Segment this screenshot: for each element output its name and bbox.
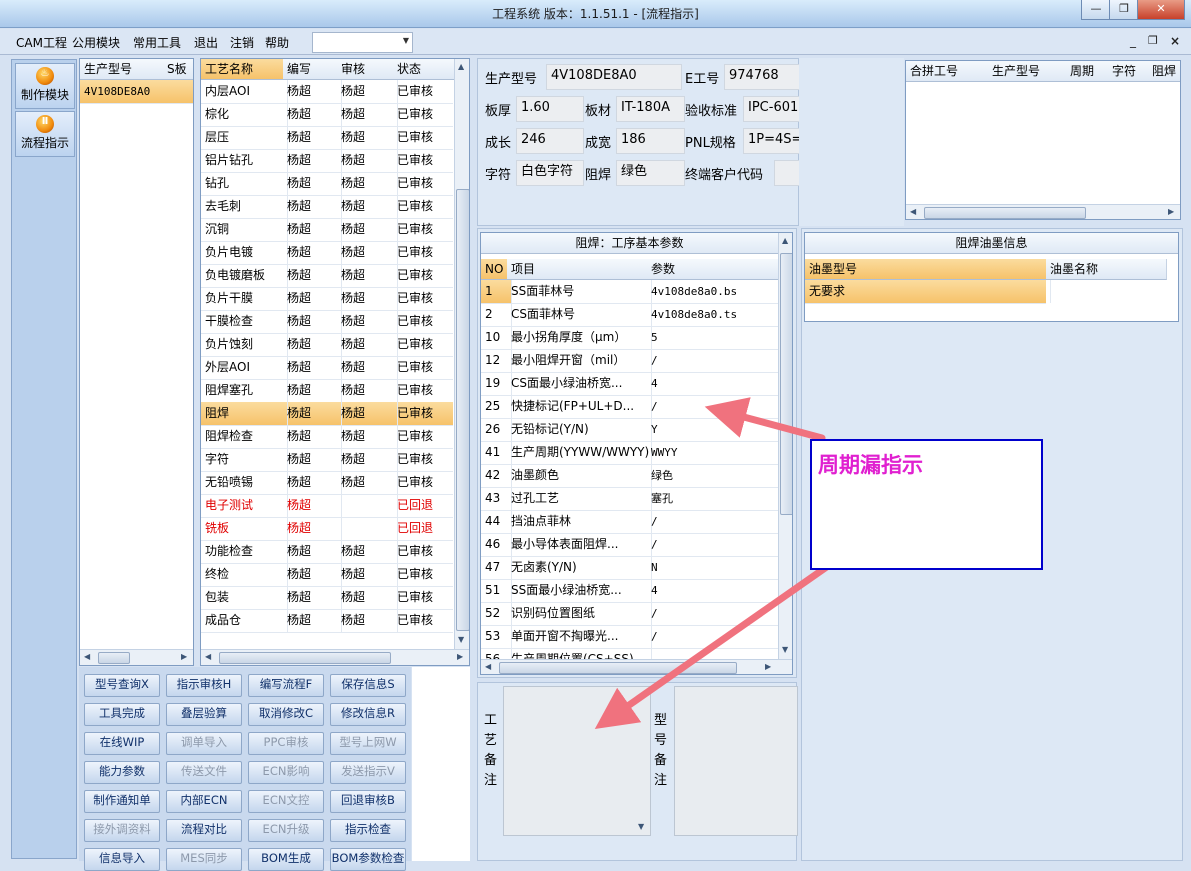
annotation-arrow-up: [704, 397, 826, 442]
annotation-overlay: [594, 397, 852, 730]
annotation-arrow-down: [594, 548, 852, 730]
annotation-text: 周期漏指示: [818, 452, 923, 477]
annotation-box: 周期漏指示: [810, 439, 1043, 570]
